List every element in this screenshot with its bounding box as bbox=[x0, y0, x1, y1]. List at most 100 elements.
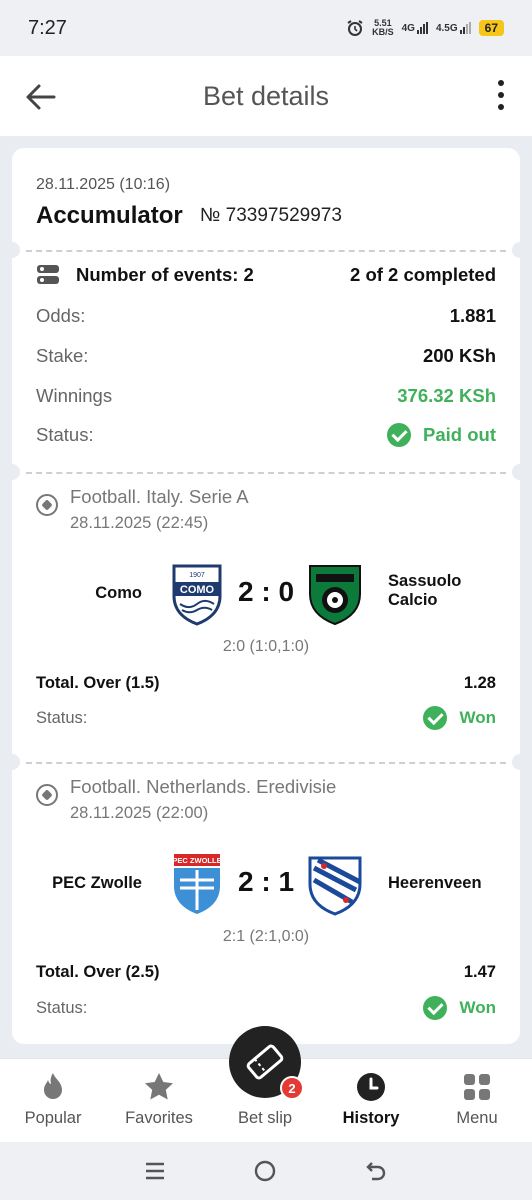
event-status-label: Status: bbox=[36, 708, 88, 727]
back-button[interactable] bbox=[24, 80, 58, 114]
status-bar: 7:27 5.51 KB/S 4G 4.5G 67 bbox=[0, 0, 532, 56]
dot bbox=[498, 104, 504, 110]
clock-icon bbox=[357, 1073, 385, 1101]
event-status-row: Status: Won bbox=[36, 706, 496, 730]
winnings-value: 376.32 KSh bbox=[397, 385, 496, 406]
divider bbox=[26, 472, 506, 474]
match-score: 2 : 1 bbox=[237, 866, 295, 897]
event-status-row: Status: Won bbox=[36, 996, 496, 1020]
market-odds: 1.28 bbox=[463, 674, 496, 692]
divider bbox=[26, 250, 506, 252]
home-team: PEC Zwolle bbox=[52, 874, 142, 892]
recent-apps-icon[interactable] bbox=[144, 1161, 166, 1181]
nav-popular[interactable]: Popular bbox=[0, 1059, 106, 1143]
check-circle-icon bbox=[423, 706, 448, 730]
svg-text:1907: 1907 bbox=[189, 572, 205, 579]
stake-row: Stake: 200 KSh bbox=[36, 345, 496, 367]
period-score: 2:0 (1:0,1:0) bbox=[222, 638, 310, 655]
network-type-1: 4G bbox=[401, 23, 415, 34]
status-text: Paid out bbox=[423, 424, 496, 445]
alarm-icon bbox=[347, 20, 363, 36]
page-title: Bet details bbox=[202, 80, 330, 111]
football-icon bbox=[36, 494, 58, 516]
status-icons: 5.51 KB/S 4G 4.5G 67 bbox=[346, 19, 504, 37]
bet-type: Accumulator bbox=[36, 202, 183, 229]
market-row: Total. Over (2.5) 1.47 bbox=[36, 963, 496, 982]
home-icon[interactable] bbox=[253, 1159, 277, 1183]
nav-favorites[interactable]: Favorites bbox=[106, 1059, 212, 1143]
market-name: Total. Over (1.5) bbox=[36, 674, 160, 692]
completed-value: 2 of 2 completed bbox=[350, 264, 496, 285]
event-status-label: Status: bbox=[36, 998, 88, 1017]
football-icon bbox=[36, 784, 58, 806]
match-row: PEC Zwolle PEC ZWOLLE 2 : 1 Heerenveen bbox=[12, 852, 520, 916]
event-date: 28.11.2025 (22:45) bbox=[70, 514, 209, 532]
event-header: Football. Italy. Serie A 28.11.2025 (22:… bbox=[36, 486, 249, 533]
nav-history[interactable]: History bbox=[318, 1059, 424, 1143]
card-notch bbox=[512, 242, 528, 258]
odds-label: Odds: bbox=[36, 305, 86, 326]
signal-bars-icon bbox=[459, 22, 471, 34]
card-notch bbox=[4, 242, 20, 258]
away-team-line2: Calcio bbox=[388, 591, 438, 609]
check-circle-icon bbox=[423, 996, 448, 1020]
signal-1: 4G bbox=[402, 22, 428, 34]
status-row: Status: Paid out bbox=[36, 423, 496, 447]
nav-menu-label: Menu bbox=[456, 1109, 498, 1127]
more-options-button[interactable] bbox=[496, 80, 506, 110]
events-count-label: Number of events: 2 bbox=[36, 264, 254, 286]
event-status: Won bbox=[423, 706, 496, 730]
bet-card: 28.11.2025 (10:16) Accumulator № 7339752… bbox=[4, 148, 528, 1044]
bet-date: 28.11.2025 (10:16) bbox=[36, 176, 171, 193]
network-type-2: 4.5G bbox=[435, 23, 458, 34]
sassuolo-logo-icon bbox=[309, 565, 361, 626]
event-status-text: Won bbox=[459, 998, 496, 1017]
flame-icon bbox=[44, 1073, 62, 1099]
nav-popular-label: Popular bbox=[24, 1109, 82, 1127]
event-status: Won bbox=[423, 996, 496, 1020]
star-icon bbox=[145, 1073, 173, 1100]
winnings-label: Winnings bbox=[36, 385, 113, 406]
speed-unit: KB/S bbox=[372, 27, 394, 37]
network-speed: 5.51 KB/S bbox=[372, 19, 394, 37]
check-circle-icon bbox=[387, 423, 412, 447]
card-notch bbox=[512, 464, 528, 480]
market-odds: 1.47 bbox=[463, 963, 496, 981]
system-navigation bbox=[0, 1142, 532, 1200]
svg-text:PEC ZWOLLE: PEC ZWOLLE bbox=[172, 856, 221, 865]
away-team-line1: Heerenveen bbox=[388, 874, 482, 892]
dot bbox=[498, 92, 504, 98]
divider bbox=[26, 762, 506, 764]
away-team: Heerenveen bbox=[388, 874, 482, 893]
nav-history-label: History bbox=[342, 1109, 400, 1127]
svg-text:COMO: COMO bbox=[180, 584, 215, 596]
nav-betslip-label: Bet slip bbox=[237, 1109, 293, 1127]
status-value: Paid out bbox=[387, 423, 496, 447]
heerenveen-logo-icon bbox=[308, 856, 362, 916]
status-label: Status: bbox=[36, 424, 94, 445]
arrow-left-icon bbox=[26, 84, 56, 110]
event-header: Football. Netherlands. Eredivisie 28.11.… bbox=[36, 776, 336, 823]
nav-menu[interactable]: Menu bbox=[424, 1059, 530, 1143]
period-score: 2:1 (2:1,0:0) bbox=[222, 928, 310, 945]
back-nav-icon[interactable] bbox=[364, 1159, 388, 1183]
league-name: Football. Italy. Serie A bbox=[70, 486, 249, 507]
event-date: 28.11.2025 (22:00) bbox=[70, 804, 209, 822]
away-team: Sassuolo Calcio bbox=[388, 572, 461, 610]
market-name: Total. Over (2.5) bbox=[36, 963, 160, 981]
bet-number: № 73397529973 bbox=[200, 205, 342, 226]
battery-indicator: 67 bbox=[478, 20, 504, 36]
clock: 7:27 bbox=[28, 16, 67, 39]
winnings-row: Winnings 376.32 KSh bbox=[36, 385, 496, 407]
event-status-text: Won bbox=[459, 708, 496, 727]
odds-row: Odds: 1.881 bbox=[36, 305, 496, 327]
grid-menu-icon bbox=[464, 1074, 490, 1100]
card-notch bbox=[4, 754, 20, 770]
home-team: Como bbox=[95, 584, 142, 602]
events-row: Number of events: 2 2 of 2 completed bbox=[36, 264, 496, 286]
pec-zwolle-logo-icon: PEC ZWOLLE bbox=[172, 854, 222, 914]
como-logo-icon: COMO 1907 bbox=[172, 564, 222, 626]
card-notch bbox=[4, 464, 20, 480]
card-notch bbox=[512, 754, 528, 770]
events-label: Number of events: 2 bbox=[76, 264, 254, 285]
